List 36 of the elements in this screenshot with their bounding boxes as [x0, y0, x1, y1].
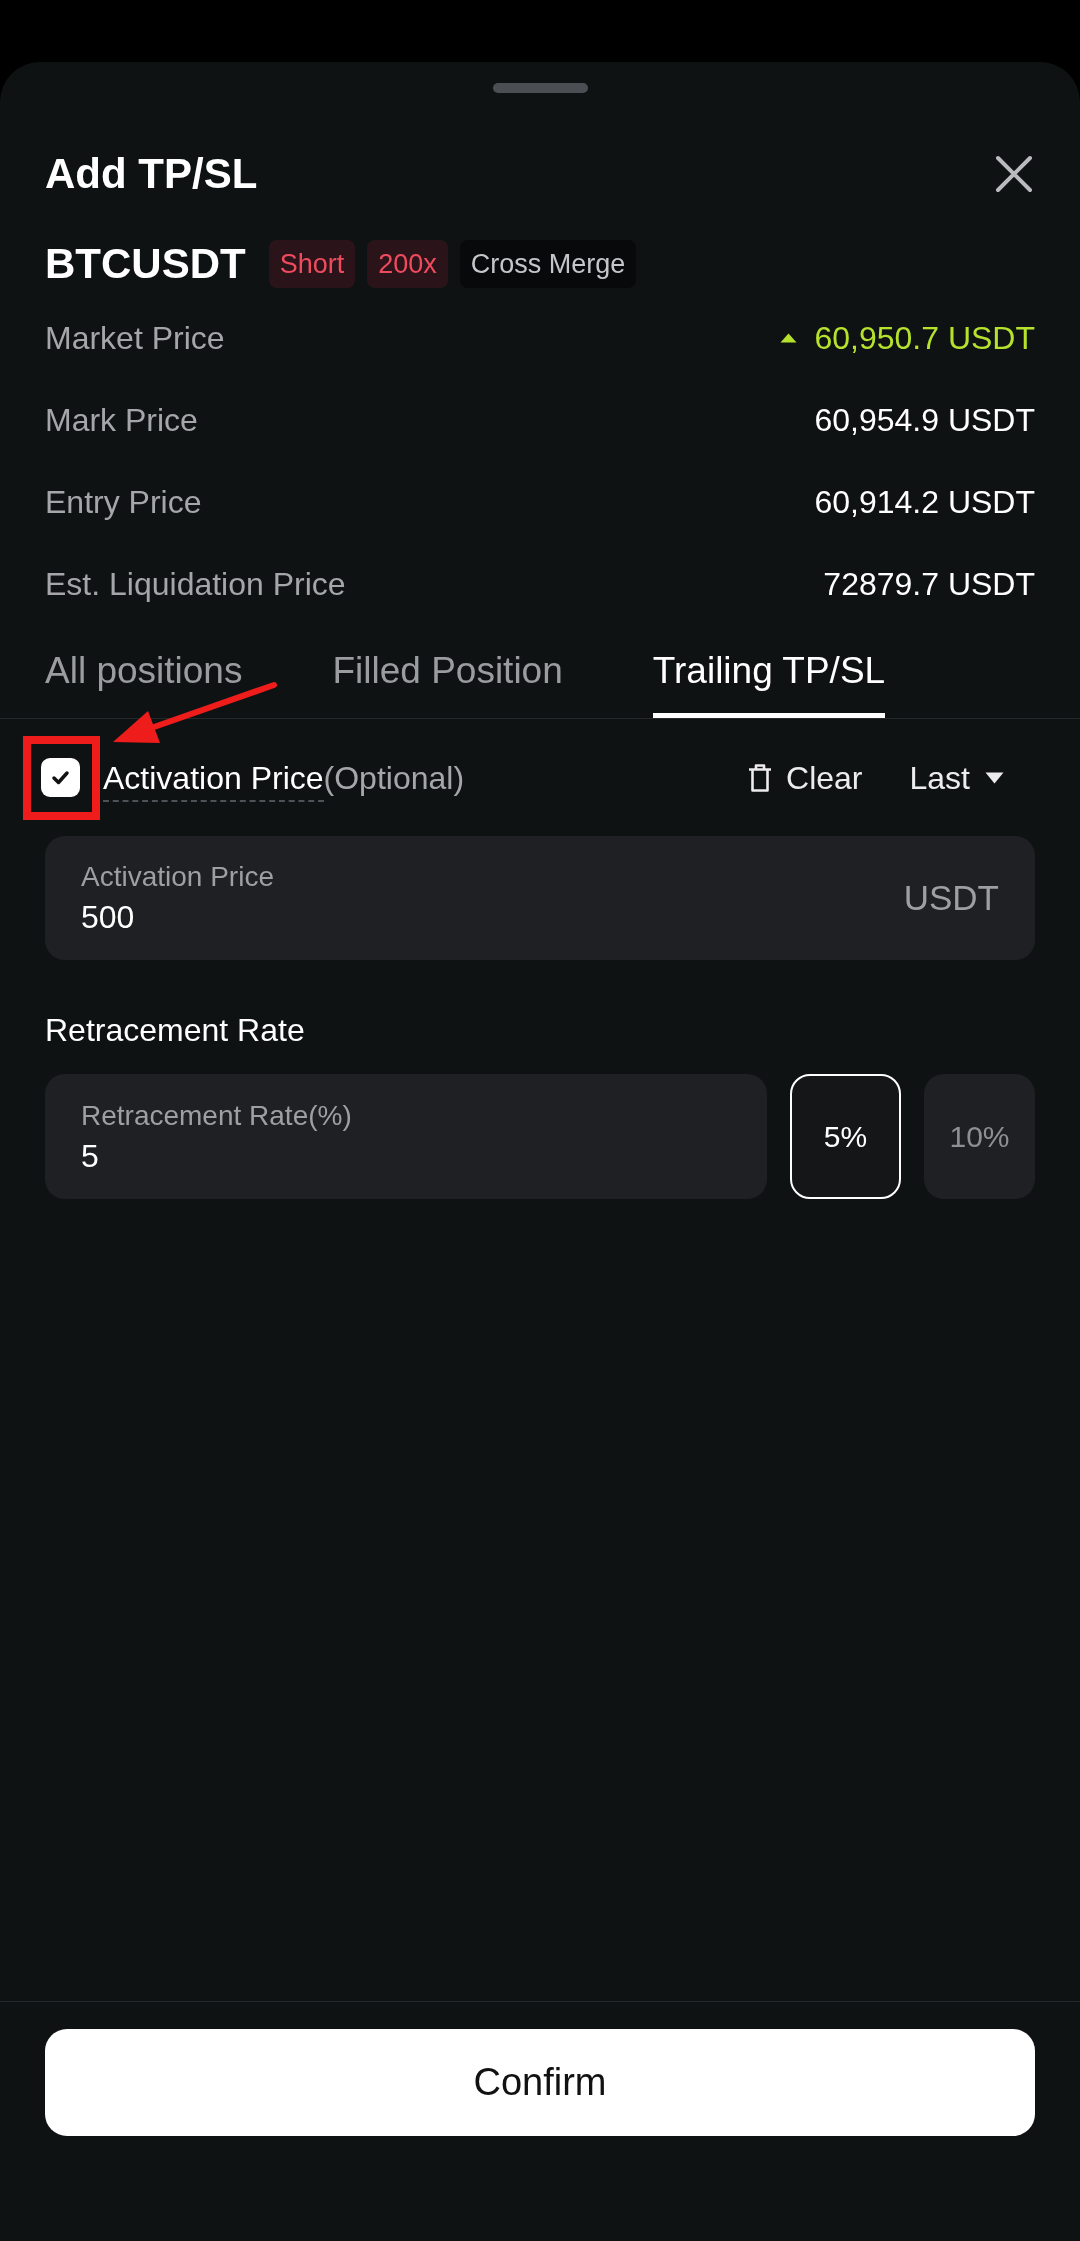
price-label: Mark Price [45, 401, 198, 440]
price-label: Market Price [45, 319, 225, 358]
section-title: Retracement Rate [45, 1011, 305, 1050]
activation-price-field[interactable]: Activation Price 500 USDT [45, 836, 1035, 960]
field-label: Activation Price [81, 860, 274, 894]
unit-label: USDT [903, 878, 999, 918]
optional-hint: (Optional) [323, 758, 465, 797]
trash-icon [748, 763, 773, 792]
position-tag: 200x [367, 240, 448, 288]
preset-button[interactable]: 10% [924, 1074, 1035, 1199]
price-label: Entry Price [45, 483, 202, 522]
price-value: 60,914.2 USDT [814, 483, 1035, 522]
tab[interactable]: Filled Position [332, 640, 563, 718]
tab[interactable]: All positions [45, 640, 243, 718]
retracement-rate-field[interactable]: Retracement Rate(%) 5 [45, 1074, 767, 1199]
retracement-rate-input[interactable]: 5 [81, 1136, 731, 1175]
price-label: Est. Liquidation Price [45, 565, 346, 604]
price-value: 60,954.9 USDT [814, 401, 1035, 440]
price-value: 72879.7 USDT [823, 565, 1035, 604]
preset-button[interactable]: 5% [790, 1074, 901, 1199]
checkbox[interactable] [41, 758, 80, 797]
activation-price-input[interactable]: 500 [81, 898, 884, 936]
close-icon[interactable] [995, 155, 1033, 193]
clear-button[interactable]: Clear [748, 758, 863, 797]
drag-handle[interactable] [492, 83, 588, 93]
field-label: Retracement Rate(%) [81, 1098, 352, 1133]
confirm-button[interactable]: Confirm [45, 2029, 1035, 2136]
price-type-dropdown[interactable]: Last [909, 758, 1004, 797]
price-value: 60,950.7 USDT [814, 319, 1035, 358]
tab[interactable]: Trailing TP/SL [652, 640, 886, 718]
position-tag: Cross Merge [459, 240, 637, 288]
symbol-name: BTCUSDT [45, 240, 246, 288]
sheet-title: Add TP/SL [45, 149, 258, 199]
position-tag: Short [268, 240, 356, 288]
caret-icon [985, 771, 1004, 784]
activation-price-label[interactable]: Activation Price [103, 758, 324, 802]
